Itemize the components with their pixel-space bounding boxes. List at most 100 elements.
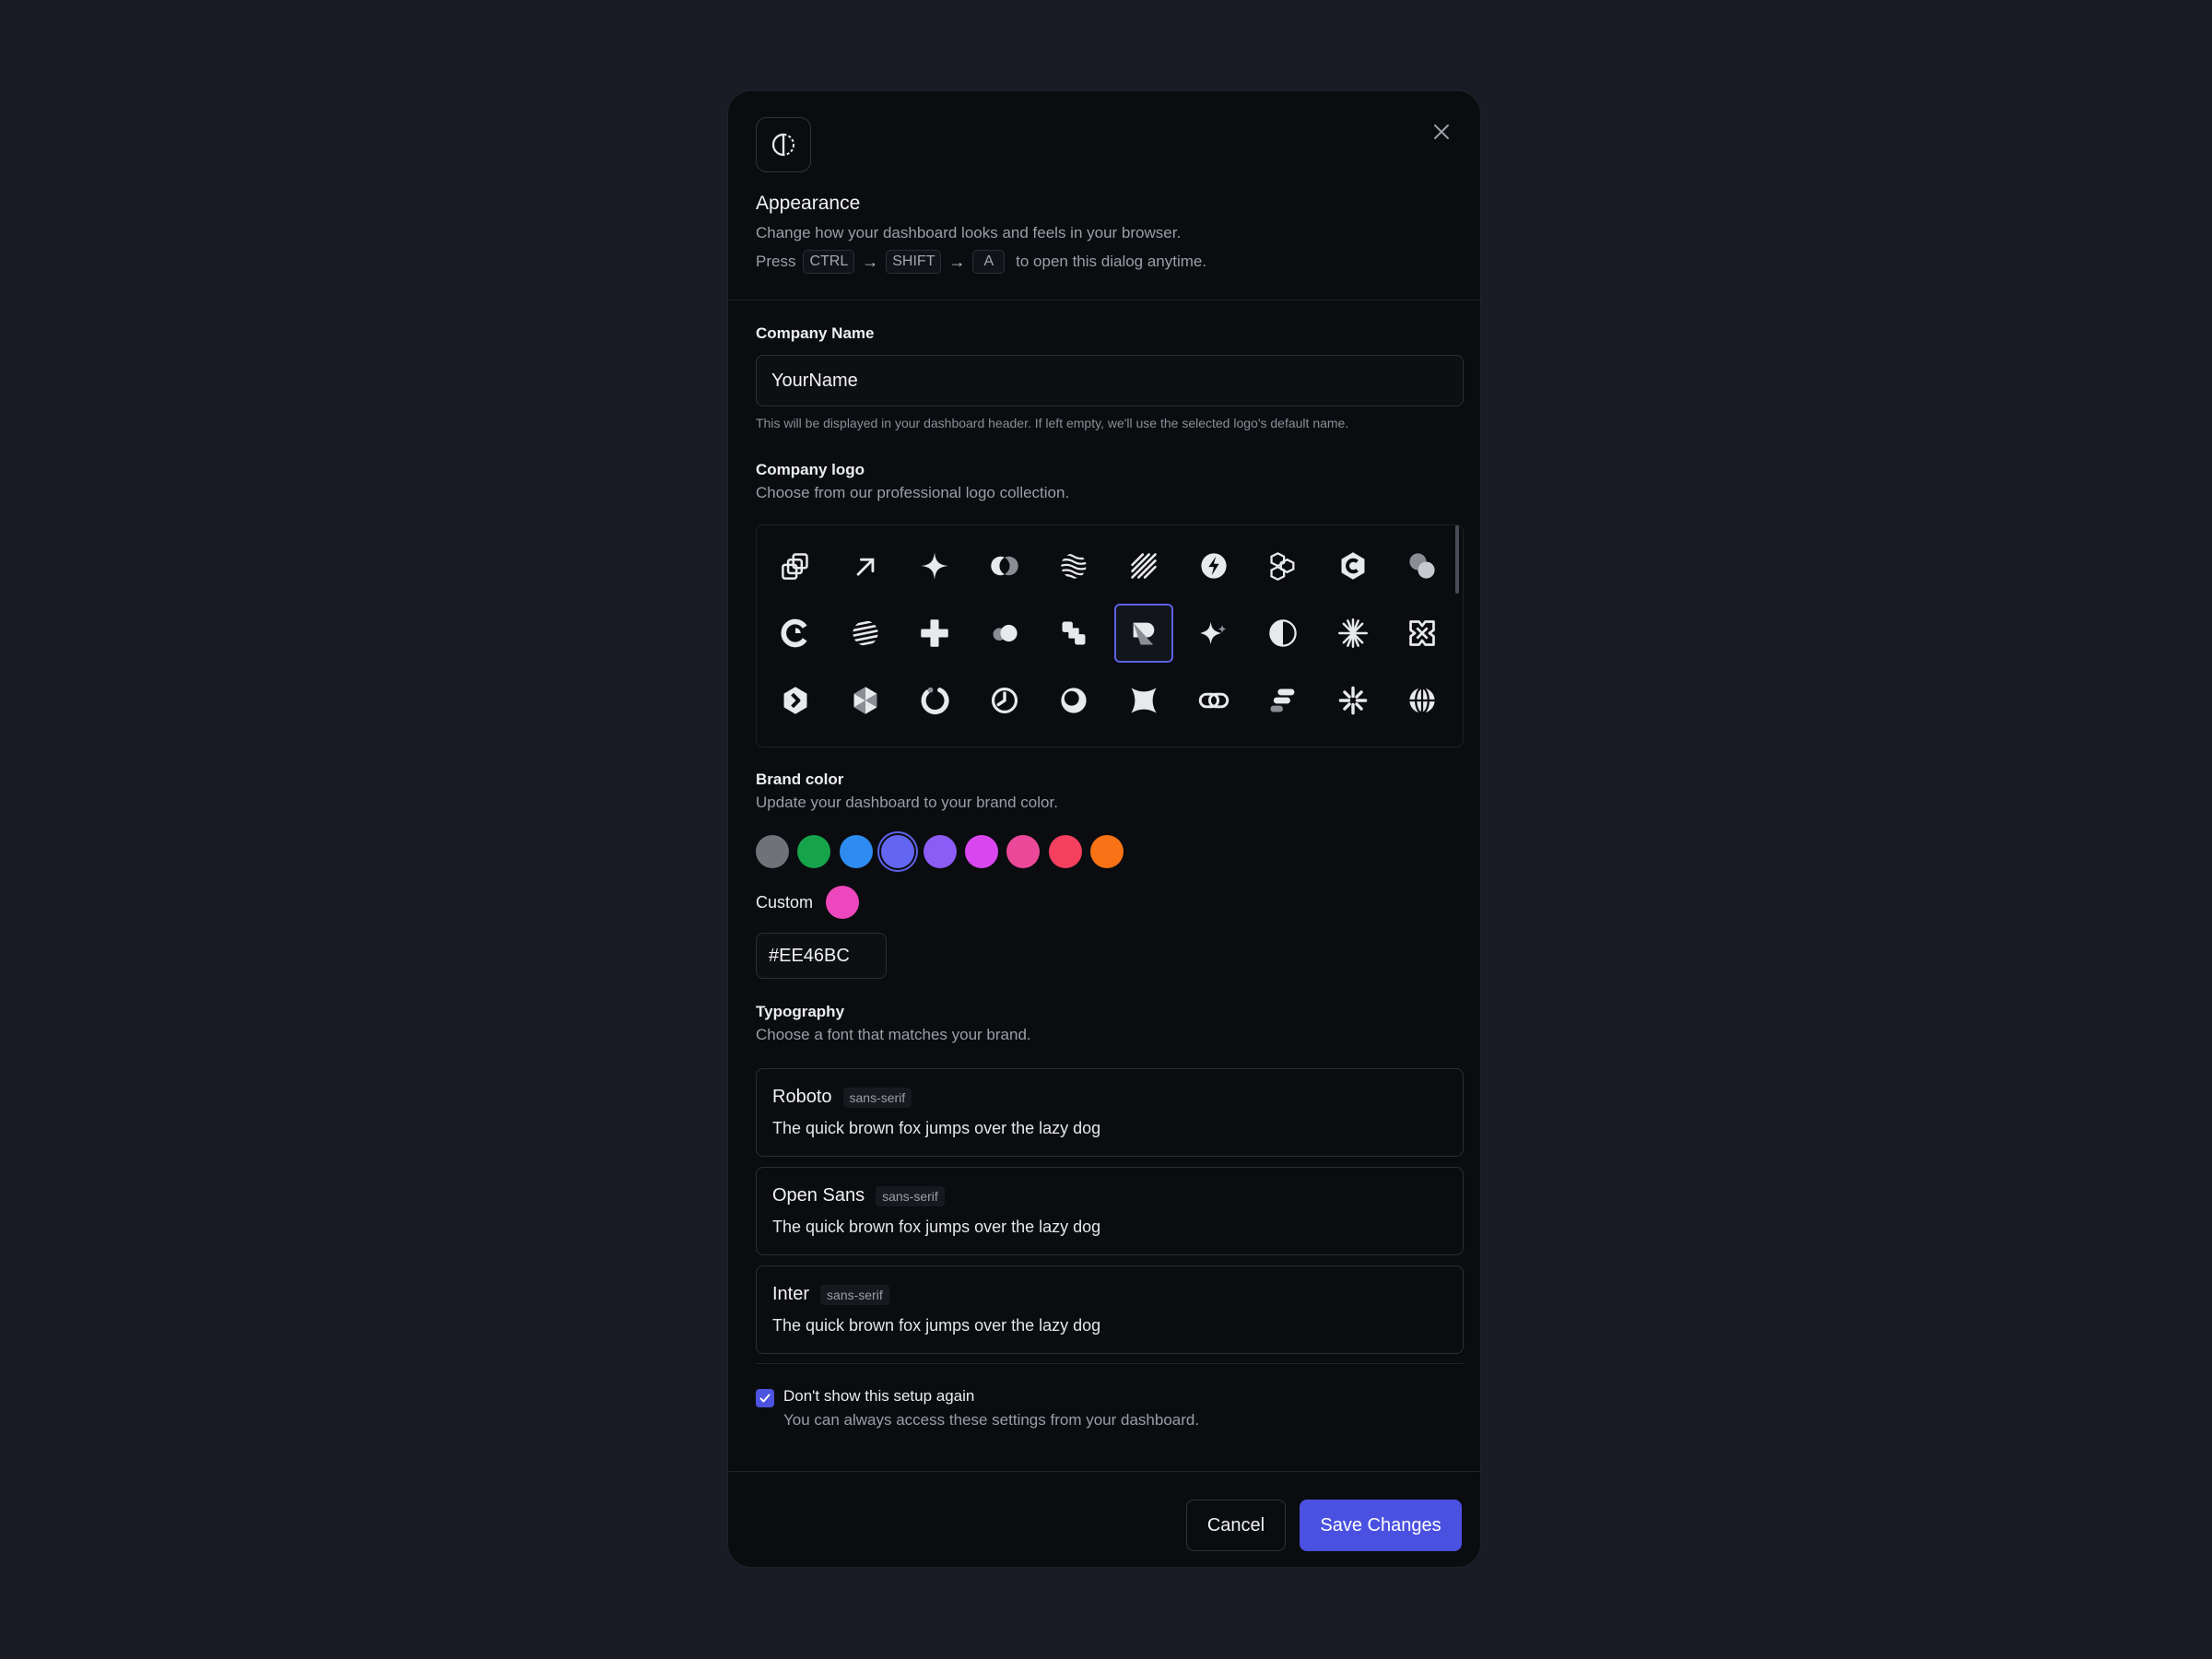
logo-option[interactable] [766,604,825,663]
typography-help: Choose a font that matches your brand. [756,1026,1031,1043]
typography-label: Typography [756,1003,845,1020]
font-name: Inter [772,1284,810,1304]
key-ctrl: CTRL [803,250,855,274]
appearance-dialog: Appearance Change how your dashboard loo… [727,90,1481,1568]
waves-circle-icon [1061,553,1087,579]
font-sample: The quick brown fox jumps over the lazy … [772,1119,1101,1137]
brand-color-swatch[interactable] [1090,835,1124,868]
arrow-right-icon: → [948,252,966,271]
eclipse-icon [1061,688,1087,713]
custom-color-input[interactable] [756,933,887,979]
cube-cluster-icon [1270,552,1295,582]
cancel-button[interactable]: Cancel [1186,1500,1286,1551]
logo-option[interactable] [1393,671,1452,730]
checkmark-icon [759,1394,771,1403]
logo-option[interactable] [766,536,825,595]
logo-option[interactable] [905,604,964,663]
logo-option[interactable] [1324,536,1382,595]
company-name-help: This will be displayed in your dashboard… [756,416,1349,430]
contrast-icon [756,117,811,172]
font-category-badge: sans-serif [876,1185,945,1206]
logo-option[interactable] [905,671,964,730]
shortcut-hint: Press CTRL → SHIFT → A to open this dial… [756,250,1206,274]
logo-option[interactable] [1114,604,1173,663]
logo-option[interactable] [1393,536,1452,595]
logo-option[interactable] [975,671,1034,730]
asterisk-icon [1338,686,1368,715]
x-frame-icon [1409,620,1436,646]
logo-option[interactable] [1184,536,1243,595]
font-option-open-sans[interactable]: Open Sans sans-serif The quick brown fox… [756,1167,1464,1255]
save-changes-button[interactable]: Save Changes [1300,1500,1462,1551]
brand-color-swatch[interactable] [881,835,915,868]
c-ring-icon [781,618,807,648]
dialog-title: Appearance [756,193,861,214]
logo-option[interactable] [975,536,1034,595]
brand-color-swatch[interactable] [965,835,998,868]
hexagon-chevron-icon [783,687,807,714]
close-icon[interactable] [1425,115,1458,148]
dont-show-checkbox[interactable] [756,1389,774,1407]
dont-show-label: Don't show this setup again [783,1387,975,1405]
font-category-badge: sans-serif [820,1284,889,1305]
logo-option[interactable] [1253,604,1312,663]
logo-option[interactable] [1324,671,1382,730]
logo-option[interactable] [836,671,895,730]
font-sample: The quick brown fox jumps over the lazy … [772,1316,1101,1335]
logo-grid [756,524,1464,747]
company-logo-help: Choose from our professional logo collec… [756,484,1070,501]
cube-facets-icon [853,687,877,714]
company-name-label: Company Name [756,324,875,342]
key-shift: SHIFT [886,250,942,274]
logo-grid-scrollbar[interactable] [1455,525,1459,594]
font-option-inter[interactable]: Inter sans-serif The quick brown fox jum… [756,1265,1464,1354]
logo-option[interactable] [1184,604,1243,663]
logo-option[interactable] [1114,671,1173,730]
clock-circle-icon [991,687,1018,714]
brand-color-swatch[interactable] [756,835,789,868]
company-logo-label: Company logo [756,461,865,478]
font-option-header: Inter sans-serif [772,1284,889,1305]
two-circles-icon [1409,553,1435,579]
logo-option[interactable] [1184,671,1243,730]
divider [756,1363,1464,1364]
brand-color-swatch[interactable] [923,835,957,868]
brand-color-help: Update your dashboard to your brand colo… [756,794,1058,811]
dashed-ring-icon [921,687,949,715]
logo-option[interactable] [836,536,895,595]
logo-option[interactable] [1044,604,1103,663]
chain-link-icon [1198,692,1229,709]
logo-option[interactable] [1393,604,1452,663]
dialog-subtitle: Change how your dashboard looks and feel… [756,224,1182,241]
four-point-star-icon [921,552,948,580]
brand-color-swatch[interactable] [1048,835,1082,868]
arrow-right-icon: → [862,252,879,271]
company-name-input[interactable] [756,355,1464,406]
logo-option[interactable] [836,604,895,663]
arrow-up-right-icon [856,558,874,576]
brand-color-swatch[interactable] [797,835,831,868]
dont-show-help: You can always access these settings fro… [783,1411,1200,1429]
custom-color-swatch[interactable] [826,886,859,919]
logo-option[interactable] [1114,536,1173,595]
brand-color-swatch[interactable] [839,835,873,868]
font-option-roboto[interactable]: Roboto sans-serif The quick brown fox ju… [756,1068,1464,1157]
logo-option[interactable] [766,671,825,730]
logo-option[interactable] [1253,671,1312,730]
logo-option[interactable] [975,604,1034,663]
starburst-icon [1337,618,1368,648]
diagonal-stripes-icon [1131,553,1157,579]
logo-option[interactable] [1044,536,1103,595]
logo-option[interactable] [1324,604,1382,663]
dialog-footer: Cancel Save Changes [728,1471,1480,1567]
logo-option[interactable] [1044,671,1103,730]
shortcut-suffix: to open this dialog anytime. [1016,253,1207,270]
half-circle-icon [1269,619,1297,647]
brand-color-swatch[interactable] [1006,835,1041,868]
steps-icon [1062,621,1086,645]
logo-option[interactable] [1253,536,1312,595]
font-option-header: Open Sans sans-serif [772,1185,945,1206]
logo-option[interactable] [905,536,964,595]
font-option-header: Roboto sans-serif [772,1087,912,1108]
overlap-circles-icon [991,556,1018,576]
